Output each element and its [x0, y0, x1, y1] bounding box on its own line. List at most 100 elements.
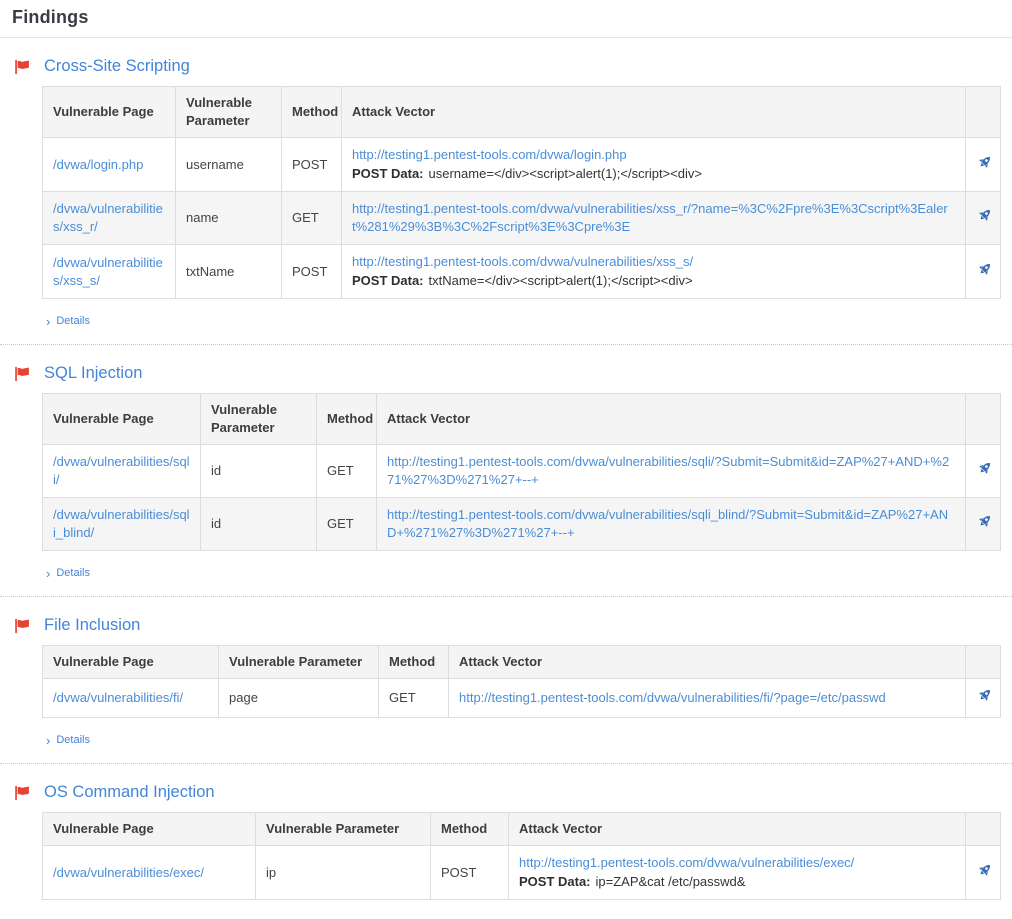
post-data-label: POST Data:	[519, 874, 591, 889]
vulnerable-page-link[interactable]: /dvwa/vulnerabilities/sqli_blind/	[53, 507, 190, 540]
post-data: POST Data: username=</div><script>alert(1…	[352, 165, 955, 183]
col-header-vulnerable-page: Vulnerable Page	[43, 813, 256, 846]
table-row: /dvwa/login.php username POST http://tes…	[43, 138, 1001, 192]
col-header-vulnerable-page: Vulnerable Page	[43, 394, 201, 445]
section-sql-injection: SQL Injection Vulnerable Page Vulnerable…	[0, 345, 1012, 597]
table-row: /dvwa/vulnerabilities/xss_r/ name GET ht…	[43, 192, 1001, 245]
table-header-row: Vulnerable Page Vulnerable Parameter Met…	[43, 646, 1001, 679]
post-data-value: ip=ZAP&cat /etc/passwd&	[596, 874, 746, 889]
red-flag-icon	[14, 785, 30, 801]
col-header-vulnerable-page: Vulnerable Page	[43, 646, 219, 679]
rocket-icon[interactable]	[976, 154, 993, 171]
rocket-icon[interactable]	[976, 261, 993, 278]
rocket-icon[interactable]	[976, 687, 993, 704]
table-row: /dvwa/vulnerabilities/xss_s/ txtName POS…	[43, 245, 1001, 299]
col-header-vulnerable-parameter: Vulnerable Parameter	[219, 646, 379, 679]
col-header-vulnerable-parameter: Vulnerable Parameter	[256, 813, 431, 846]
vulnerable-page-link[interactable]: /dvwa/vulnerabilities/sqli/	[53, 454, 190, 487]
details-label: Details	[56, 734, 90, 746]
section-title-os-command-injection[interactable]: OS Command Injection	[44, 783, 215, 802]
post-data: POST Data: ip=ZAP&cat /etc/passwd&	[519, 873, 955, 891]
post-data-label: POST Data:	[352, 273, 424, 288]
col-header-attack-vector: Attack Vector	[449, 646, 966, 679]
section-header: SQL Injection	[14, 364, 1001, 383]
method-value: GET	[317, 445, 377, 498]
attack-vector-link[interactable]: http://testing1.pentest-tools.com/dvwa/v…	[352, 254, 693, 269]
table-header-row: Vulnerable Page Vulnerable Parameter Met…	[43, 87, 1001, 138]
section-title-file-inclusion[interactable]: File Inclusion	[44, 616, 140, 635]
vulnerable-page-link[interactable]: /dvwa/vulnerabilities/xss_s/	[53, 255, 163, 288]
details-link[interactable]: › Details	[46, 734, 90, 746]
details-link[interactable]: › Details	[46, 315, 90, 327]
details-label: Details	[56, 567, 90, 579]
vulnerable-parameter: username	[176, 138, 282, 192]
attack-vector-link[interactable]: http://testing1.pentest-tools.com/dvwa/v…	[387, 507, 948, 540]
attack-vector-link[interactable]: http://testing1.pentest-tools.com/dvwa/v…	[387, 454, 949, 487]
method-value: GET	[282, 192, 342, 245]
section-os-command-injection: OS Command Injection Vulnerable Page Vul…	[0, 764, 1012, 916]
col-header-method: Method	[282, 87, 342, 138]
attack-vector-link[interactable]: http://testing1.pentest-tools.com/dvwa/l…	[352, 147, 627, 162]
post-data-value: txtName=</div><script>alert(1);</script>…	[429, 273, 693, 288]
attack-vector-link[interactable]: http://testing1.pentest-tools.com/dvwa/v…	[519, 855, 854, 870]
page-header: Findings	[0, 0, 1012, 38]
rocket-icon[interactable]	[976, 862, 993, 879]
method-value: GET	[379, 679, 449, 718]
vulnerable-page-link[interactable]: /dvwa/vulnerabilities/exec/	[53, 865, 204, 880]
vulnerable-parameter: ip	[256, 846, 431, 900]
section-file-inclusion: File Inclusion Vulnerable Page Vulnerabl…	[0, 597, 1012, 764]
details-label: Details	[56, 315, 90, 327]
table-row: /dvwa/vulnerabilities/sqli/ id GET http:…	[43, 445, 1001, 498]
col-header-vulnerable-page: Vulnerable Page	[43, 87, 176, 138]
post-data-label: POST Data:	[352, 166, 424, 181]
red-flag-icon	[14, 618, 30, 634]
table-row: /dvwa/vulnerabilities/sqli_blind/ id GET…	[43, 498, 1001, 551]
col-header-actions	[966, 87, 1001, 138]
section-cross-site-scripting: Cross-Site Scripting Vulnerable Page Vul…	[0, 38, 1012, 345]
table-header-row: Vulnerable Page Vulnerable Parameter Met…	[43, 394, 1001, 445]
section-header: Cross-Site Scripting	[14, 57, 1001, 76]
method-value: POST	[431, 846, 509, 900]
section-header: File Inclusion	[14, 616, 1001, 635]
col-header-attack-vector: Attack Vector	[342, 87, 966, 138]
col-header-method: Method	[317, 394, 377, 445]
vulnerable-page-link[interactable]: /dvwa/vulnerabilities/xss_r/	[53, 201, 163, 234]
section-title-sql-injection[interactable]: SQL Injection	[44, 364, 142, 383]
vulnerable-parameter: id	[201, 445, 317, 498]
col-header-method: Method	[379, 646, 449, 679]
section-title-cross-site-scripting[interactable]: Cross-Site Scripting	[44, 57, 190, 76]
method-value: POST	[282, 245, 342, 299]
vulnerable-parameter: id	[201, 498, 317, 551]
col-header-attack-vector: Attack Vector	[377, 394, 966, 445]
col-header-actions	[966, 646, 1001, 679]
col-header-vulnerable-parameter: Vulnerable Parameter	[201, 394, 317, 445]
red-flag-icon	[14, 59, 30, 75]
table-header-row: Vulnerable Page Vulnerable Parameter Met…	[43, 813, 1001, 846]
osci-findings-table: Vulnerable Page Vulnerable Parameter Met…	[42, 812, 1001, 900]
sqli-findings-table: Vulnerable Page Vulnerable Parameter Met…	[42, 393, 1001, 551]
col-header-attack-vector: Attack Vector	[509, 813, 966, 846]
rocket-icon[interactable]	[976, 513, 993, 530]
col-header-actions	[966, 394, 1001, 445]
details-link[interactable]: › Details	[46, 567, 90, 579]
attack-vector-link[interactable]: http://testing1.pentest-tools.com/dvwa/v…	[352, 201, 948, 234]
attack-vector-link[interactable]: http://testing1.pentest-tools.com/dvwa/v…	[459, 690, 886, 705]
table-row: /dvwa/vulnerabilities/exec/ ip POST http…	[43, 846, 1001, 900]
table-row: /dvwa/vulnerabilities/fi/ page GET http:…	[43, 679, 1001, 718]
vulnerable-page-link[interactable]: /dvwa/login.php	[53, 157, 143, 172]
chevron-right-icon: ›	[46, 568, 50, 579]
xss-findings-table: Vulnerable Page Vulnerable Parameter Met…	[42, 86, 1001, 299]
chevron-right-icon: ›	[46, 316, 50, 327]
vulnerable-parameter: name	[176, 192, 282, 245]
fi-findings-table: Vulnerable Page Vulnerable Parameter Met…	[42, 645, 1001, 718]
post-data-value: username=</div><script>alert(1);</script…	[429, 166, 703, 181]
rocket-icon[interactable]	[976, 460, 993, 477]
col-header-vulnerable-parameter: Vulnerable Parameter	[176, 87, 282, 138]
red-flag-icon	[14, 366, 30, 382]
vulnerable-page-link[interactable]: /dvwa/vulnerabilities/fi/	[53, 690, 183, 705]
method-value: POST	[282, 138, 342, 192]
page-title: Findings	[12, 7, 1000, 28]
section-header: OS Command Injection	[14, 783, 1001, 802]
rocket-icon[interactable]	[976, 207, 993, 224]
col-header-method: Method	[431, 813, 509, 846]
